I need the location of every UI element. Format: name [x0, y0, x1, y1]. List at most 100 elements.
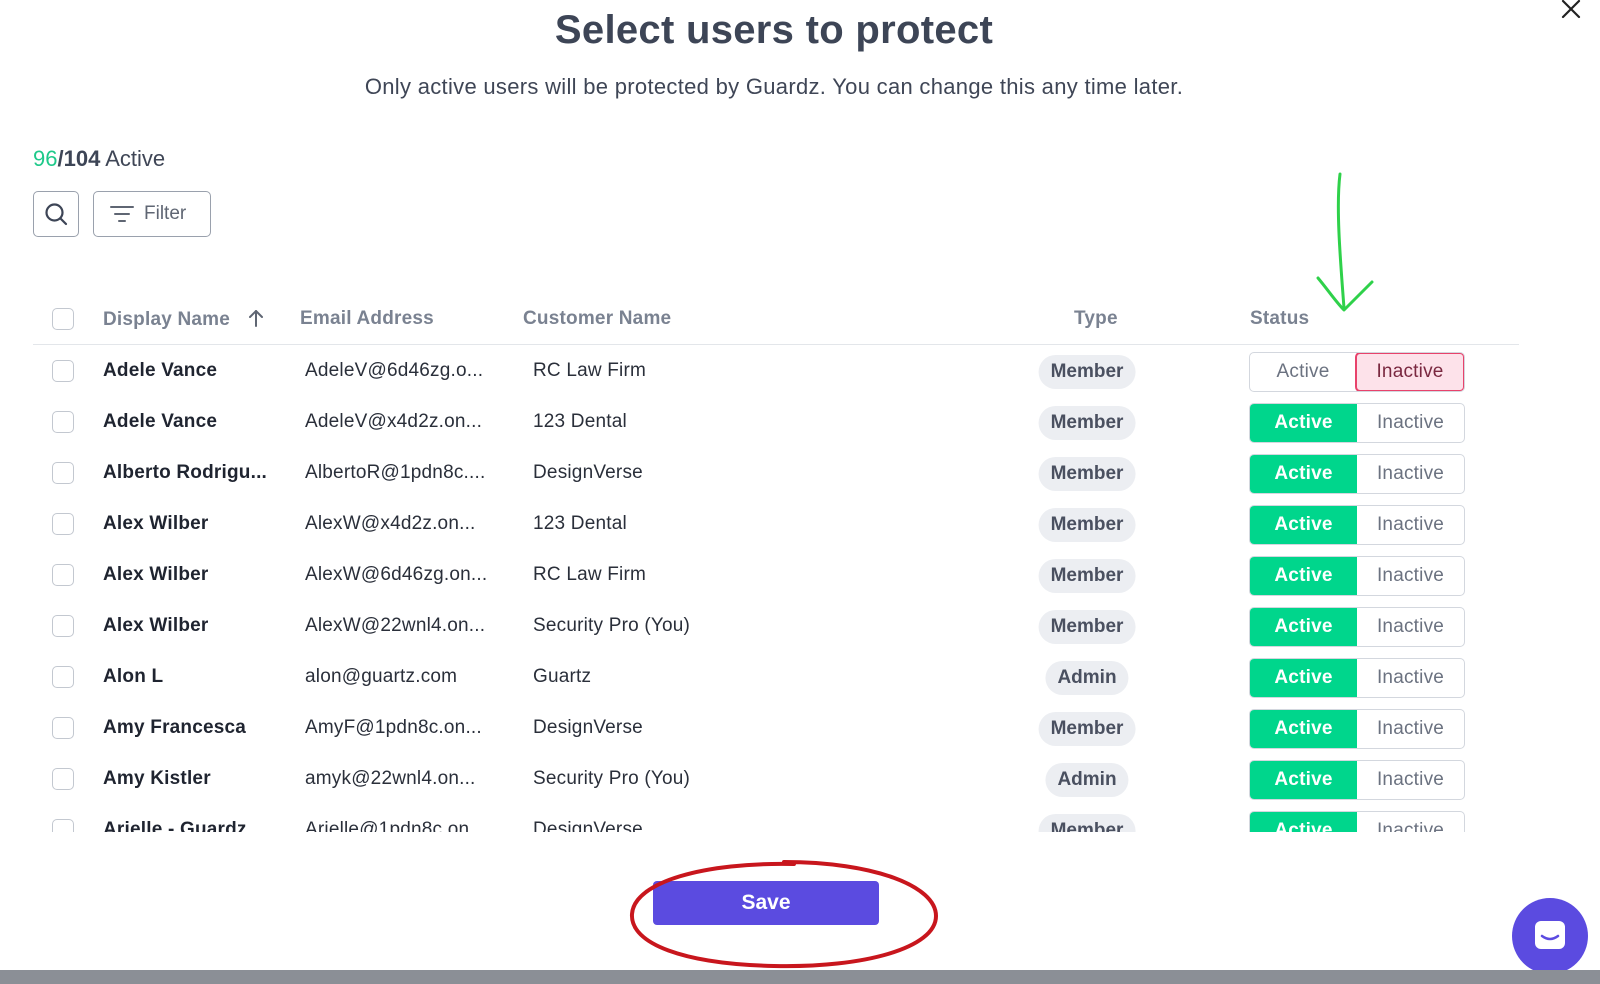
status-inactive-option[interactable]: Inactive	[1355, 353, 1464, 391]
row-checkbox[interactable]	[52, 462, 74, 484]
status-toggle[interactable]: Active Inactive	[1249, 352, 1465, 392]
taskbar-strip	[0, 970, 1600, 984]
row-checkbox[interactable]	[52, 819, 74, 832]
user-display-name: Adele Vance	[103, 411, 218, 432]
type-badge: Member	[1038, 814, 1136, 832]
status-toggle[interactable]: Active Inactive	[1249, 760, 1465, 800]
table-row[interactable]: Adele Vance AdeleV@6d46zg.o... RC Law Firm…	[33, 346, 1519, 397]
user-customer: Security Pro (You)	[533, 768, 691, 789]
status-toggle[interactable]: Active Inactive	[1249, 658, 1465, 698]
status-inactive-option[interactable]: Inactive	[1357, 608, 1464, 646]
type-badge: Admin	[1045, 661, 1129, 695]
column-email[interactable]: Email Address	[300, 308, 434, 330]
user-display-name: Arielle - Guardz	[103, 819, 247, 832]
table-row[interactable]: Amy Francesca AmyF@1pdn8c.on... DesignVers…	[33, 703, 1519, 754]
modal-title: Select users to protect	[554, 8, 994, 52]
total-count-value: /104	[57, 146, 101, 171]
row-checkbox[interactable]	[52, 666, 74, 688]
status-inactive-option[interactable]: Inactive	[1357, 761, 1464, 799]
status-inactive-option[interactable]: Inactive	[1357, 557, 1464, 595]
row-checkbox[interactable]	[52, 513, 74, 535]
status-toggle[interactable]: Active Inactive	[1249, 709, 1465, 749]
status-inactive-option[interactable]: Inactive	[1357, 506, 1464, 544]
status-toggle[interactable]: Active Inactive	[1249, 505, 1465, 545]
type-badge: Member	[1038, 508, 1136, 542]
status-inactive-option[interactable]: Inactive	[1357, 455, 1464, 493]
user-email: Arielle@1pdn8c.on...	[305, 819, 486, 832]
table-body[interactable]: Adele Vance AdeleV@6d46zg.o... RC Law Firm…	[33, 346, 1519, 832]
status-active-option[interactable]: Active	[1250, 608, 1357, 646]
table-row[interactable]: Alex Wilber AlexW@22wnl4.on... Security Pr…	[33, 601, 1519, 652]
row-checkbox[interactable]	[52, 411, 74, 433]
status-toggle[interactable]: Active Inactive	[1249, 811, 1465, 832]
status-inactive-option[interactable]: Inactive	[1357, 812, 1464, 832]
row-checkbox[interactable]	[52, 615, 74, 637]
status-toggle[interactable]: Active Inactive	[1249, 607, 1465, 647]
select-all-checkbox[interactable]	[52, 308, 74, 330]
users-table: Display Name Email Address Customer Name…	[33, 294, 1519, 832]
status-inactive-option[interactable]: Inactive	[1357, 659, 1464, 697]
table-row[interactable]: Alex Wilber AlexW@6d46zg.on... RC Law Firm…	[33, 550, 1519, 601]
user-display-name: Adele Vance	[103, 360, 218, 381]
status-inactive-option[interactable]: Inactive	[1357, 404, 1464, 442]
user-display-name: Alex Wilber	[103, 513, 209, 534]
status-active-option[interactable]: Active	[1250, 557, 1357, 595]
table-row[interactable]: Alberto Rodrigu... AlbertoR@1pdn8c.... Des…	[33, 448, 1519, 499]
column-status[interactable]: Status	[1250, 308, 1309, 330]
status-active-option[interactable]: Active	[1250, 761, 1357, 799]
table-row[interactable]: Adele Vance AdeleV@x4d2z.on... 123 Dental M…	[33, 397, 1519, 448]
row-checkbox[interactable]	[52, 360, 74, 382]
user-display-name: Amy Kistler	[103, 768, 211, 789]
user-customer: DesignVerse	[533, 462, 643, 483]
user-display-name: Alex Wilber	[103, 564, 209, 585]
status-active-option[interactable]: Active	[1250, 812, 1357, 832]
search-button[interactable]	[33, 191, 79, 237]
active-count: 96/104 Active	[33, 146, 165, 172]
table-row[interactable]: Alex Wilber AlexW@x4d2z.on... 123 Dental Me…	[33, 499, 1519, 550]
status-active-option[interactable]: Active	[1250, 659, 1357, 697]
type-badge: Member	[1038, 712, 1136, 746]
user-email: AlbertoR@1pdn8c....	[305, 462, 486, 483]
user-display-name: Alon L	[103, 666, 164, 687]
row-checkbox[interactable]	[52, 564, 74, 586]
status-active-option[interactable]: Active	[1250, 710, 1357, 748]
row-checkbox[interactable]	[52, 768, 74, 790]
column-display-name[interactable]: Display Name	[103, 308, 266, 331]
user-email: AdeleV@x4d2z.on...	[305, 411, 483, 432]
table-row[interactable]: Alon L alon@guartz.com Guartz Admin Active In…	[33, 652, 1519, 703]
status-inactive-option[interactable]: Inactive	[1357, 710, 1464, 748]
user-email: AmyF@1pdn8c.on...	[305, 717, 482, 738]
user-customer: Guartz	[533, 666, 592, 687]
user-customer: 123 Dental	[533, 513, 627, 534]
active-count-value: 96	[33, 146, 58, 171]
column-type[interactable]: Type	[1074, 308, 1118, 330]
user-customer: RC Law Firm	[533, 360, 647, 381]
status-toggle[interactable]: Active Inactive	[1249, 454, 1465, 494]
status-active-option[interactable]: Active	[1250, 506, 1357, 544]
annotation-arrow	[1316, 172, 1374, 312]
modal-subtitle: Only active users will be protected by G…	[364, 74, 1184, 99]
user-display-name: Alex Wilber	[103, 615, 209, 636]
table-row[interactable]: Amy Kistler amyk@22wnl4.on... Security Pro…	[33, 754, 1519, 805]
user-email: AlexW@22wnl4.on...	[305, 615, 486, 636]
type-badge: Admin	[1045, 763, 1129, 797]
status-toggle[interactable]: Active Inactive	[1249, 403, 1465, 443]
status-active-option[interactable]: Active	[1250, 455, 1357, 493]
active-count-label: Active	[100, 146, 166, 171]
status-active-option[interactable]: Active	[1250, 353, 1356, 391]
user-customer: DesignVerse	[533, 819, 643, 832]
user-customer: Security Pro (You)	[533, 615, 691, 636]
table-row[interactable]: Arielle - Guardz Arielle@1pdn8c.on... Desi…	[33, 805, 1519, 832]
type-badge: Member	[1038, 457, 1136, 491]
type-badge: Member	[1038, 559, 1136, 593]
row-checkbox[interactable]	[52, 717, 74, 739]
status-toggle[interactable]: Active Inactive	[1249, 556, 1465, 596]
filter-button[interactable]: Filter	[93, 191, 211, 237]
user-customer: DesignVerse	[533, 717, 643, 738]
status-active-option[interactable]: Active	[1250, 404, 1357, 442]
close-icon[interactable]	[1556, 0, 1586, 24]
user-customer: RC Law Firm	[533, 564, 647, 585]
column-customer[interactable]: Customer Name	[523, 308, 671, 330]
chat-launcher-button[interactable]	[1512, 898, 1588, 974]
chat-icon	[1535, 921, 1565, 949]
